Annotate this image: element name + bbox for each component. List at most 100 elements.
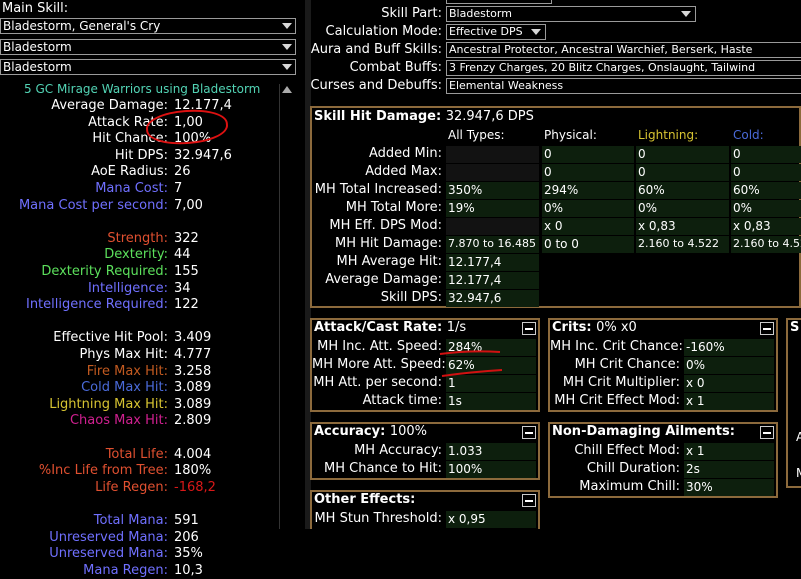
skill-part-dropdown-1[interactable]: Bladestorm xyxy=(0,39,296,55)
stat-row: Intelligence: 34 xyxy=(0,281,290,297)
stat-label: Hit DPS: xyxy=(114,147,168,163)
stat-label: Cold Max Hit: xyxy=(81,380,168,396)
stat-label: Intelligence Required: xyxy=(25,297,168,313)
row-label: Chill Duration: xyxy=(586,461,680,476)
config-row: Aura and Buff Skills: xyxy=(305,41,442,59)
config-dropdown[interactable]: Effective DPS xyxy=(446,24,546,40)
row-label: MH Crit Chance: xyxy=(574,357,680,372)
scroll-up-icon[interactable] xyxy=(282,86,292,93)
attack-rate-title-label: Attack/Cast Rate: xyxy=(314,320,443,335)
grid-row-label: Added Min: xyxy=(369,146,442,161)
grid-cell-value: 2.160 to 4.522 xyxy=(733,237,801,250)
stat-value: 4.777 xyxy=(174,347,212,362)
grid-cell-value: 0% xyxy=(544,201,564,215)
stat-value: 122 xyxy=(174,297,199,313)
collapse-other-effects-button[interactable] xyxy=(522,494,536,507)
stat-label: Phys Max Hit: xyxy=(79,347,168,362)
grid-cell-value: 2.160 to 4.522 xyxy=(638,237,720,250)
config-value: Effective DPS xyxy=(449,25,523,38)
collapse-attack-rate-button[interactable] xyxy=(522,322,536,335)
row-label: MH Att. per second: xyxy=(313,375,442,390)
row-value: x 1 xyxy=(686,394,705,408)
other-effects-title: Other Effects: xyxy=(314,492,416,507)
ailments-title: Non-Damaging Ailments: xyxy=(552,424,735,439)
config-field[interactable]: 3 Frenzy Charges, 20 Blitz Charges, Onsl… xyxy=(446,60,801,76)
grid-cell-bg xyxy=(446,218,539,235)
stat-label: Chaos Max Hit: xyxy=(69,413,168,429)
main-skill-dropdown[interactable]: Bladestorm, General's Cry xyxy=(0,18,296,34)
config-field[interactable]: Ancestral Protector, Ancestral Warchief,… xyxy=(446,42,801,58)
skill-part-value-2: Bladestorm xyxy=(3,60,72,74)
stat-value: 155 xyxy=(174,264,199,279)
config-label: Aura and Buff Skills: xyxy=(310,42,442,57)
grid-cell-bg xyxy=(446,164,539,181)
config-dropdown[interactable]: Bladestorm xyxy=(446,6,696,22)
row-label: MH Stun Threshold: xyxy=(314,511,442,526)
row-value: 1s xyxy=(448,394,462,408)
row-value: x 0 xyxy=(686,376,705,390)
grid-cell-value: x 0 xyxy=(544,219,563,233)
row-value: x 1 xyxy=(686,444,705,458)
stat-value: 3.409 xyxy=(174,330,212,346)
stat-row: Fire Max Hit: 3.258 xyxy=(0,364,290,380)
stat-row: Average Damage: 12.177,4 xyxy=(0,98,290,114)
grid-cell-value: 0 to 0 xyxy=(544,237,579,251)
stat-value: 3.258 xyxy=(174,363,212,379)
partial-section-title: S xyxy=(790,320,800,335)
config-value: 3 Frenzy Charges, 20 Blitz Charges, Onsl… xyxy=(449,61,756,74)
chevron-down-icon xyxy=(681,11,691,17)
skill-part-value-1: Bladestorm xyxy=(3,40,72,54)
collapse-accuracy-button[interactable] xyxy=(522,426,536,439)
stat-value: -168,2 xyxy=(174,479,216,495)
stat-row: Mana Regen: 10,3 xyxy=(0,563,290,579)
chevron-down-icon xyxy=(531,29,541,35)
collapse-crits-button[interactable] xyxy=(760,322,774,335)
active-skill-field[interactable] xyxy=(446,0,552,4)
collapse-ailments-button[interactable] xyxy=(760,426,774,439)
row-value: -160% xyxy=(686,340,725,354)
stat-row: Hit DPS: 32.947,6 xyxy=(0,148,290,164)
stat-label: Mana Cost: xyxy=(95,181,168,196)
stat-row: Lightning Max Hit: 3.089 xyxy=(0,397,290,413)
config-label: Calculation Mode: xyxy=(325,24,442,39)
stat-row xyxy=(0,430,290,446)
grid-cell-value: 0 xyxy=(733,165,741,179)
chevron-down-icon xyxy=(282,23,292,29)
grid-cell-value: 0% xyxy=(638,201,658,215)
stat-label: Average Damage: xyxy=(51,98,168,113)
skill-part-dropdown-2[interactable]: Bladestorm xyxy=(0,59,296,75)
config-field[interactable]: Elemental Weakness xyxy=(446,78,801,94)
chevron-down-icon xyxy=(282,64,292,70)
grid-cell-value: 0 xyxy=(638,147,646,161)
stat-label: Mana Cost per second: xyxy=(18,197,168,213)
stat-value: 206 xyxy=(174,529,199,545)
partial-section: S xyxy=(786,318,801,488)
stat-value: 3.089 xyxy=(174,396,212,412)
crits-title: Crits: 0% x0 xyxy=(552,320,637,335)
minion-info-line: 5 GC Mirage Warriors using Bladestorm xyxy=(24,82,261,96)
stat-value: 44 xyxy=(174,247,191,263)
stat-value: 32.947,6 xyxy=(174,147,232,163)
stat-value: 322 xyxy=(174,230,199,246)
stat-row xyxy=(0,496,290,512)
row-value: 0% xyxy=(686,358,706,372)
stat-value: 34 xyxy=(174,280,191,296)
config-row: Skill Part: xyxy=(305,5,442,23)
grid-row-label: MH Eff. DPS Mod: xyxy=(329,218,442,233)
stat-row: Intelligence Required: 122 xyxy=(0,297,290,313)
stat-row xyxy=(0,214,290,230)
grid-row-label: MH Hit Damage: xyxy=(335,236,442,251)
stat-label: Fire Max Hit: xyxy=(86,363,168,379)
stat-row: Hit Chance: 100% xyxy=(0,131,290,147)
column-header: Cold: xyxy=(733,128,764,142)
row-label: MH Chance to Hit: xyxy=(324,461,442,476)
config-label: Skill Part: xyxy=(381,6,442,21)
annotation-underlines xyxy=(439,350,503,377)
grid-cell-value: 19% xyxy=(448,201,475,215)
stat-value: 2.809 xyxy=(174,413,212,429)
stat-label: Intelligence: xyxy=(87,280,168,296)
stat-label: %Inc Life from Tree: xyxy=(38,463,168,479)
stat-row: Unreserved Mana: 35% xyxy=(0,546,290,562)
stat-row xyxy=(0,314,290,330)
sidebar: Main Skill: Bladestorm, General's Cry Bl… xyxy=(0,0,300,578)
